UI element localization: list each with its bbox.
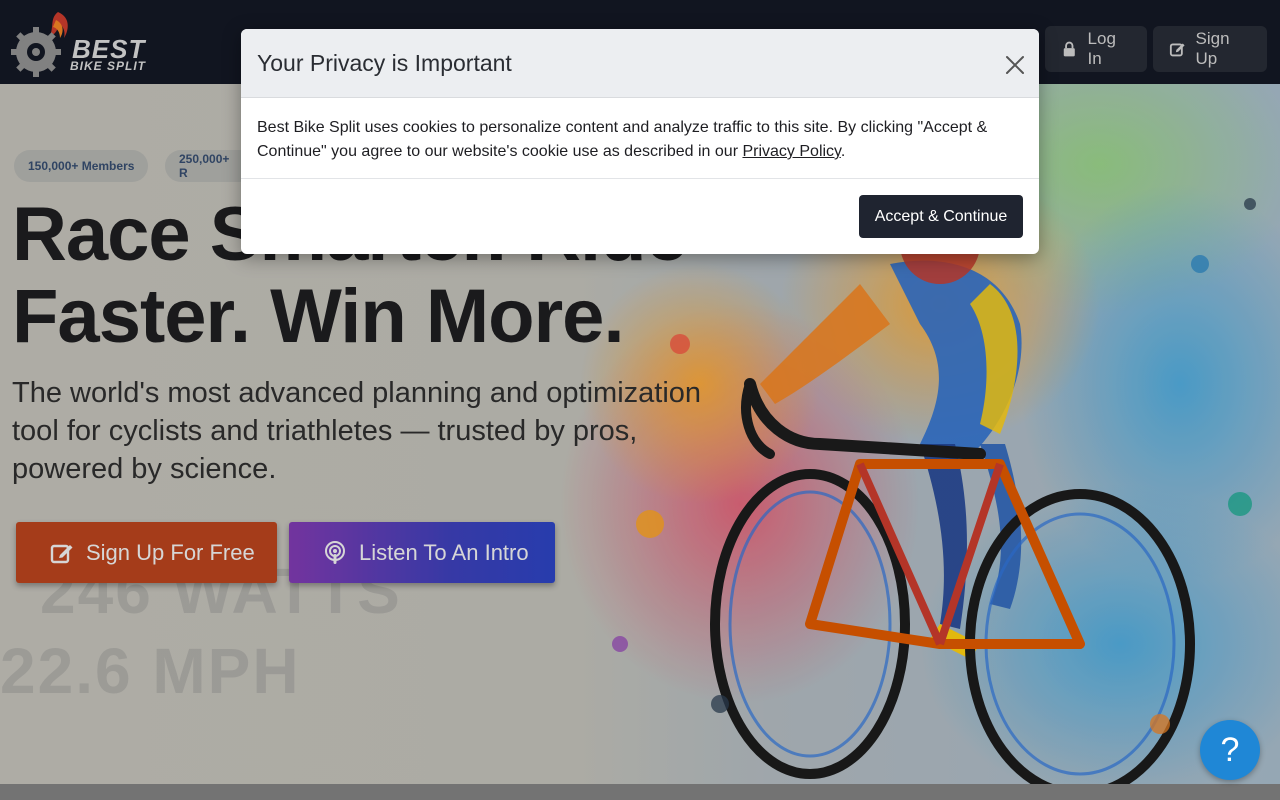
privacy-modal: Your Privacy is Important Best Bike Spli… [241, 29, 1039, 254]
modal-body: Best Bike Split uses cookies to personal… [241, 98, 1039, 179]
modal-header: Your Privacy is Important [241, 29, 1039, 98]
cookie-notice-period: . [840, 143, 846, 160]
help-button[interactable]: ? [1200, 720, 1260, 780]
modal-footer: Accept & Continue [241, 179, 1039, 253]
accept-continue-button[interactable]: Accept & Continue [859, 195, 1023, 238]
close-icon [1006, 56, 1024, 74]
modal-title: Your Privacy is Important [257, 49, 512, 76]
modal-close-button[interactable] [1001, 51, 1029, 79]
help-question-icon: ? [1220, 730, 1240, 769]
cookie-notice-text: Best Bike Split uses cookies to personal… [257, 119, 988, 160]
privacy-policy-link[interactable]: Privacy Policy [742, 143, 840, 160]
